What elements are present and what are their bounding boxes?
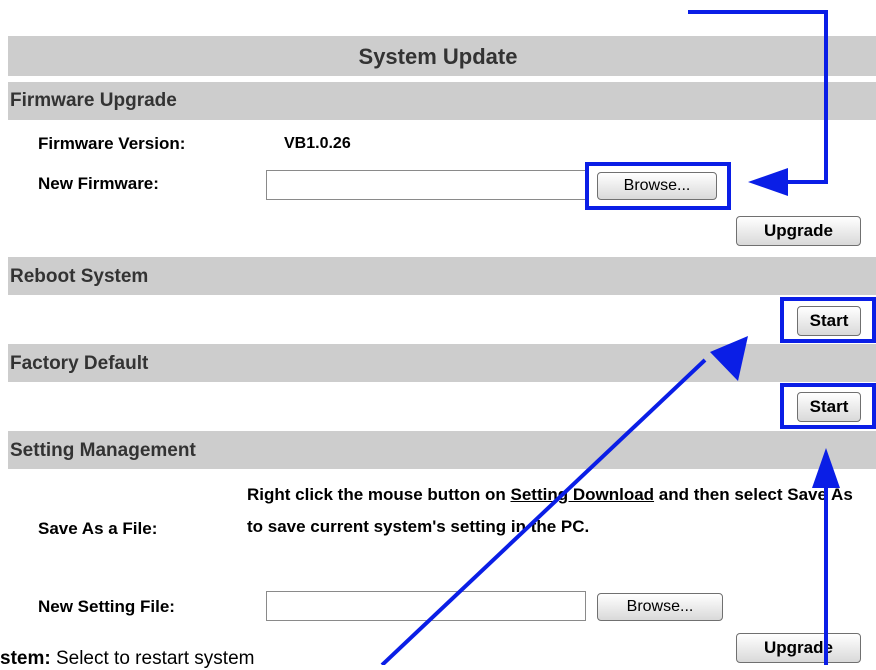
arrow-head-browse — [748, 168, 788, 196]
arrow-head-reboot-start — [710, 336, 748, 381]
arrow-to-browse-line — [688, 10, 828, 184]
arrow-to-reboot-start-line — [380, 358, 707, 665]
arrow-head-factory-start — [812, 448, 840, 488]
annotation-arrows — [380, 10, 840, 665]
